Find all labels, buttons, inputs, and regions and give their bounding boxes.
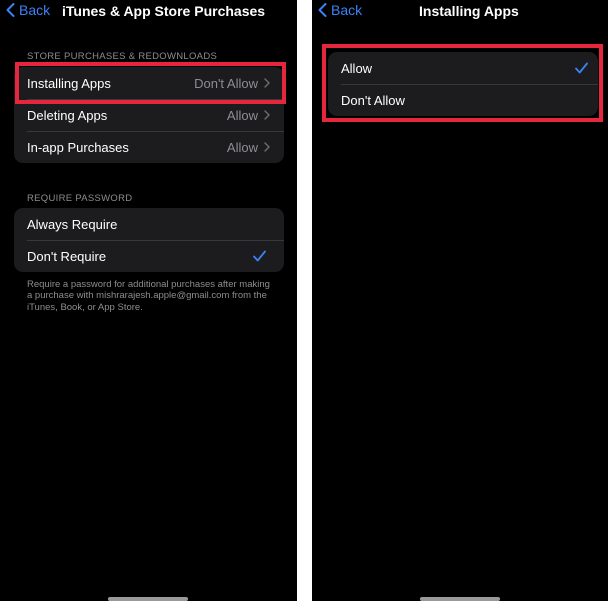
right-phone-screen: Back Installing Apps Allow Don't Allow xyxy=(312,0,608,601)
require-password-group: Always Require Don't Require xyxy=(14,208,284,272)
row-value: Don't Allow xyxy=(194,75,258,91)
row-label: Don't Require xyxy=(27,248,107,264)
row-label: Deleting Apps xyxy=(27,107,108,123)
left-phone-screen: Back iTunes & App Store Purchases STORE … xyxy=(0,0,297,601)
row-deleting-apps[interactable]: Deleting Apps Allow xyxy=(14,99,284,131)
row-value: Allow xyxy=(226,139,258,155)
row-value: Allow xyxy=(226,107,258,123)
section-header-store: STORE PURCHASES & REDOWNLOADS xyxy=(27,51,218,62)
screenshot-divider xyxy=(297,0,312,601)
option-dont-allow[interactable]: Don't Allow xyxy=(328,84,598,116)
row-dont-require[interactable]: Don't Require xyxy=(14,240,284,272)
option-allow[interactable]: Allow xyxy=(328,52,598,84)
page-title: iTunes & App Store Purchases xyxy=(62,3,266,19)
checkmark-icon xyxy=(253,250,266,262)
home-indicator xyxy=(420,597,500,601)
back-button[interactable]: Back xyxy=(6,2,50,18)
navigation-bar: Back Installing Apps xyxy=(312,0,608,24)
page-title: Installing Apps xyxy=(419,3,519,19)
checkmark-icon xyxy=(575,62,588,74)
chevron-right-icon xyxy=(264,78,270,88)
option-label: Don't Allow xyxy=(341,92,405,108)
row-in-app-purchases[interactable]: In-app Purchases Allow xyxy=(14,131,284,163)
row-installing-apps[interactable]: Installing Apps Don't Allow xyxy=(14,67,284,99)
chevron-right-icon xyxy=(264,142,270,152)
chevron-left-icon xyxy=(6,3,15,17)
back-label: Back xyxy=(19,2,51,18)
section-header-password: REQUIRE PASSWORD xyxy=(27,193,133,204)
installing-apps-options-group: Allow Don't Allow xyxy=(328,52,598,116)
back-button[interactable]: Back xyxy=(318,2,362,18)
store-purchases-group: Installing Apps Don't Allow Deleting App… xyxy=(14,67,284,163)
chevron-left-icon xyxy=(318,3,327,17)
password-footnote: Require a password for additional purcha… xyxy=(27,279,270,313)
option-label: Allow xyxy=(341,60,373,76)
chevron-right-icon xyxy=(264,110,270,120)
row-label: Always Require xyxy=(27,216,118,232)
back-label: Back xyxy=(331,2,363,18)
navigation-bar: Back iTunes & App Store Purchases xyxy=(0,0,297,24)
home-indicator xyxy=(108,597,188,601)
row-label: Installing Apps xyxy=(27,75,111,91)
row-always-require[interactable]: Always Require xyxy=(14,208,284,240)
row-label: In-app Purchases xyxy=(27,139,129,155)
